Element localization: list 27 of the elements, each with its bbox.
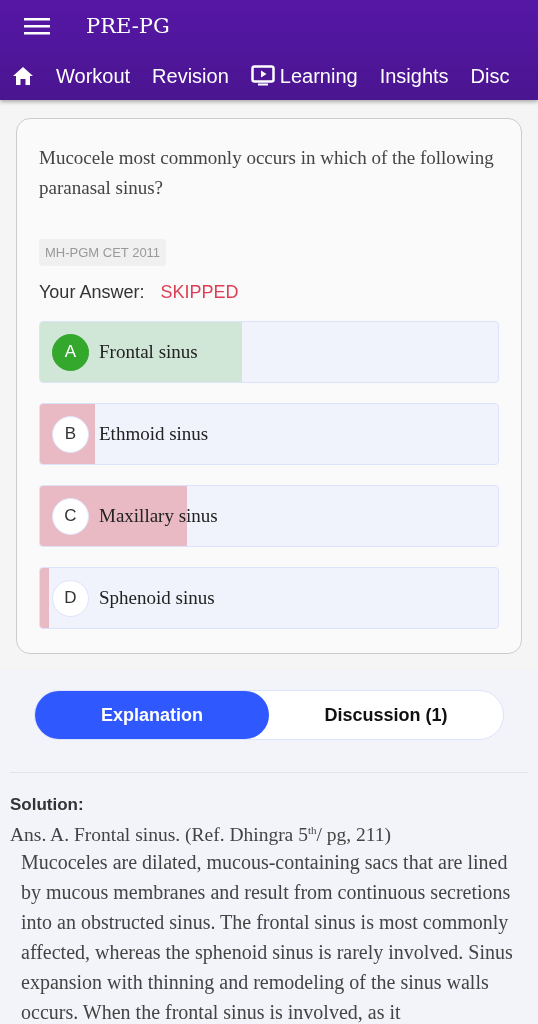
segment-tab[interactable]: Explanation [35, 691, 269, 739]
play-screen-icon [250, 65, 275, 87]
explanation-text: Mucoceles are dilated, mucous-containing sacs that are lined by mucous membranes and result from continuous secretions into an obstructed sinus. The frontal sinus is most commonly affected, whereas the sphenoid sinus is rarely involved. Sinus expansion with thinning and remodeling of the sinus walls occurs. When the frontal sinus is involved, as it [20, 849, 514, 1024]
app-title: PRE-PG [86, 14, 170, 38]
nav-tab[interactable]: Disc [470, 64, 510, 88]
option-text: Sphenoid sinus [99, 587, 215, 609]
solution-heading: Solution: [10, 795, 85, 815]
answer-option[interactable]: D Sphenoid sinus [39, 567, 499, 629]
nav-tab[interactable]: Revision [152, 64, 229, 88]
segment-tab[interactable]: Discussion (1) [269, 691, 503, 739]
option-text: Ethmoid sinus [99, 423, 209, 445]
question-text: Mucocele most commonly occurs in which of the following paranasal sinus? [39, 146, 495, 200]
answer-option[interactable]: B Ethmoid sinus [39, 403, 499, 465]
option-letter: D [52, 579, 89, 617]
answer-option[interactable]: C Maxillary sinus [39, 485, 499, 547]
option-text: Maxillary sinus [99, 505, 218, 527]
answer-reference: Ans. A. Frontal sinus. (Ref. Dhingra 5$^{th}$/ pg, 211) [10, 823, 393, 846]
exam-tag: MH-PGM CET 2011 [39, 239, 167, 266]
answer-label: Your Answer: [39, 282, 145, 303]
nav-tab[interactable]: Workout [56, 64, 131, 88]
answer-status: SKIPPED [160, 282, 239, 303]
answer-option[interactable]: A Frontal sinus [39, 321, 499, 383]
option-text: Frontal sinus [99, 341, 198, 363]
home-icon[interactable] [12, 66, 34, 86]
nav-tab[interactable]: Insights [379, 64, 449, 88]
menu-icon[interactable] [24, 16, 50, 36]
nav-tab[interactable]: Learning [250, 64, 358, 88]
